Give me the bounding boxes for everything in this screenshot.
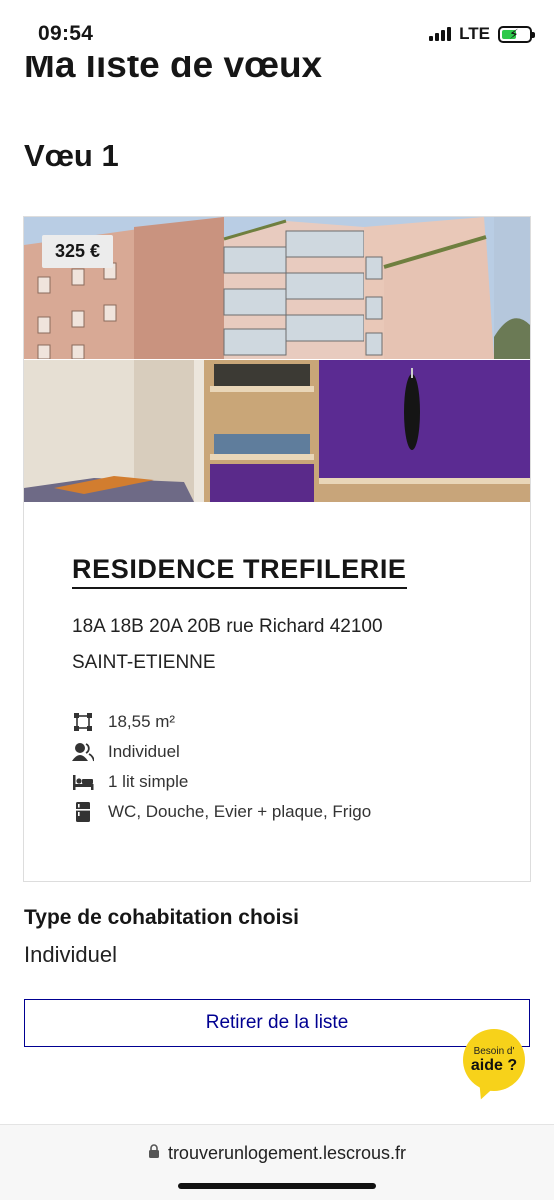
feature-equipment: WC, Douche, Evier + plaque, Frigo <box>72 797 530 827</box>
wish-title: Vœu 1 <box>24 138 119 173</box>
bed-icon <box>72 771 94 793</box>
feature-bed-text: 1 lit simple <box>108 772 189 791</box>
fridge-icon <box>72 801 94 823</box>
address-line2: SAINT-ETIENNE <box>72 652 216 673</box>
residence-card[interactable]: 325 € RESIDENCE TREFILERIE 18A 18B 20A 2… <box>23 216 531 882</box>
remove-from-list-button[interactable]: Retirer de la liste <box>24 999 530 1047</box>
residence-address: 18A 18B 20A 20B rue Richard 42100 SAINT-… <box>72 609 530 681</box>
feature-bed: 1 lit simple <box>72 767 530 797</box>
feature-area-text: 18,55 m² <box>108 712 176 731</box>
address-line1: 18A 18B 20A 20B rue Richard 42100 <box>72 616 383 637</box>
help-button[interactable]: Besoin d' aide ? <box>463 1029 525 1091</box>
status-time: 09:54 <box>38 22 94 45</box>
feature-occupancy-text: Individuel <box>108 742 180 761</box>
network-label: LTE <box>459 24 490 43</box>
lock-icon <box>148 1143 160 1164</box>
residence-name-link[interactable]: RESIDENCE TREFILERIE <box>72 554 407 589</box>
help-big-text: aide ? <box>470 1056 518 1074</box>
browser-url-bar[interactable]: trouverunlogement.lescrous.fr <box>0 1124 554 1200</box>
help-small-text: Besoin d' <box>473 1045 515 1057</box>
signal-icon <box>429 27 452 41</box>
residence-photos[interactable]: 325 € <box>24 217 530 502</box>
feature-list: 18,55 m² Individuel 1 lit simple WC, Dou… <box>72 707 530 827</box>
home-indicator[interactable] <box>178 1183 376 1189</box>
price-badge: 325 € <box>42 235 114 268</box>
feature-equipment-text: WC, Douche, Evier + plaque, Frigo <box>108 802 372 821</box>
room-photo <box>24 360 530 502</box>
url-text[interactable]: trouverunlogement.lescrous.fr <box>168 1143 406 1164</box>
feature-occupancy: Individuel <box>72 737 530 767</box>
status-bar: 09:54 LTE ⚡ <box>0 0 554 56</box>
battery-icon: ⚡ <box>498 25 535 43</box>
person-icon <box>72 741 94 763</box>
cohabitation-label: Type de cohabitation choisi <box>24 906 299 929</box>
status-indicators: LTE ⚡ <box>429 24 535 44</box>
feature-area: 18,55 m² <box>72 707 530 737</box>
area-icon <box>72 711 94 733</box>
cohabitation-value: Individuel <box>24 942 117 967</box>
